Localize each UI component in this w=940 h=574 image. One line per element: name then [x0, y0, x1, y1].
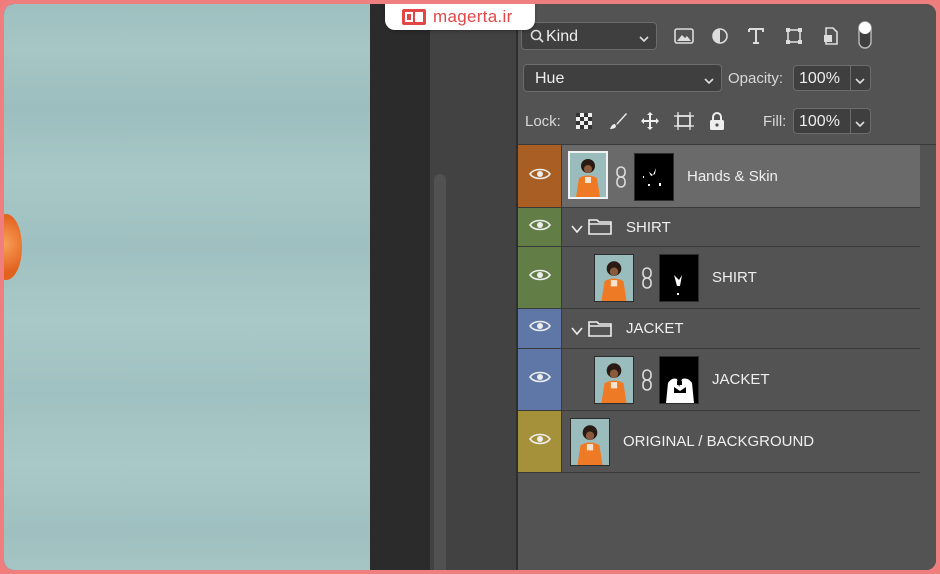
layer-row-shirt[interactable]: SHIRT [518, 247, 920, 309]
visibility-toggle[interactable] [518, 349, 562, 410]
layers-panel: Kind Hue Opacity: 100% Lock: Fill: 100% … [518, 4, 936, 570]
image-filter-icon[interactable] [673, 26, 695, 46]
layer-mask-thumbnail[interactable] [634, 153, 674, 201]
layer-name[interactable]: JACKET [712, 371, 770, 388]
divider [850, 109, 851, 133]
eye-icon [528, 218, 551, 237]
lock-all-icon[interactable] [706, 110, 728, 132]
adjustment-filter-icon[interactable] [709, 26, 731, 46]
layer-group-jacket[interactable]: JACKET [518, 309, 920, 349]
chevron-down-icon[interactable] [854, 116, 866, 133]
layer-thumbnail[interactable] [594, 254, 634, 302]
fill-label: Fill: [763, 113, 787, 130]
folder-icon [588, 217, 612, 240]
kind-filter-select[interactable]: Kind [521, 22, 657, 50]
book-logo-icon [401, 8, 427, 26]
chevron-down-icon[interactable] [854, 73, 866, 90]
mask-link-icon[interactable] [641, 369, 653, 396]
watermark-text: magerta.ir [433, 7, 513, 26]
lock-label: Lock: [525, 113, 561, 130]
layer-name[interactable]: SHIRT [712, 269, 757, 286]
layer-row-background[interactable]: ORIGINAL / BACKGROUND [518, 411, 920, 473]
watermark: magerta.ir [385, 4, 535, 30]
document-canvas[interactable] [4, 4, 370, 570]
screenshot-frame: magerta.ir Kind Hue Opacity: 100% Lock: … [0, 0, 940, 574]
vertical-scrollbar[interactable] [434, 174, 446, 570]
layer-row-jacket[interactable]: JACKET [518, 349, 920, 411]
fill-input[interactable]: 100% [793, 108, 871, 134]
layer-group-name[interactable]: SHIRT [626, 219, 671, 236]
mask-link-icon[interactable] [615, 166, 627, 193]
visibility-toggle[interactable] [518, 411, 562, 472]
layer-group-name[interactable]: JACKET [626, 320, 684, 337]
divider [850, 66, 851, 90]
eye-icon [528, 268, 551, 287]
kind-label: Kind [546, 28, 579, 45]
lock-image-pixels-icon[interactable] [607, 110, 629, 132]
opacity-label: Opacity: [728, 70, 784, 87]
shape-filter-icon[interactable] [783, 26, 805, 46]
layer-thumbnail[interactable] [594, 356, 634, 404]
layer-row-hands-skin[interactable]: Hands & Skin [518, 145, 920, 208]
eye-icon [528, 319, 551, 338]
blend-mode-select[interactable]: Hue [523, 64, 722, 92]
layer-name[interactable]: ORIGINAL / BACKGROUND [623, 433, 814, 450]
folder-icon [588, 319, 612, 342]
eye-icon [528, 370, 551, 389]
eye-icon [528, 167, 551, 186]
layer-group-shirt[interactable]: SHIRT [518, 208, 920, 247]
chevron-down-icon [703, 73, 715, 90]
layer-mask-thumbnail[interactable] [659, 356, 699, 404]
lock-transparent-pixels-icon[interactable] [573, 110, 595, 132]
visibility-toggle[interactable] [518, 247, 562, 308]
search-icon [530, 29, 544, 47]
layer-thumbnail[interactable] [568, 151, 608, 199]
lock-position-icon[interactable] [639, 110, 661, 132]
eye-icon [528, 432, 551, 451]
chevron-down-icon[interactable] [570, 323, 584, 341]
layer-name[interactable]: Hands & Skin [687, 168, 778, 185]
visibility-toggle[interactable] [518, 309, 562, 348]
canvas-gutter [370, 4, 430, 570]
lock-artboard-icon[interactable] [673, 110, 695, 132]
filter-toggle-icon[interactable] [854, 20, 876, 50]
visibility-toggle[interactable] [518, 208, 562, 246]
mask-link-icon[interactable] [641, 267, 653, 294]
chevron-down-icon [638, 31, 650, 48]
opacity-value: 100% [799, 70, 840, 87]
panel-empty-scroll-area [920, 145, 936, 570]
smart-object-filter-icon[interactable] [820, 26, 842, 46]
chevron-down-icon[interactable] [570, 221, 584, 239]
visibility-toggle[interactable] [518, 145, 562, 207]
type-filter-icon[interactable] [745, 26, 767, 46]
blend-mode-value: Hue [535, 70, 565, 87]
canvas-image-detail [4, 214, 22, 280]
layer-thumbnail[interactable] [570, 418, 610, 466]
opacity-input[interactable]: 100% [793, 65, 871, 91]
layer-mask-thumbnail[interactable] [659, 254, 699, 302]
fill-value: 100% [799, 113, 840, 130]
